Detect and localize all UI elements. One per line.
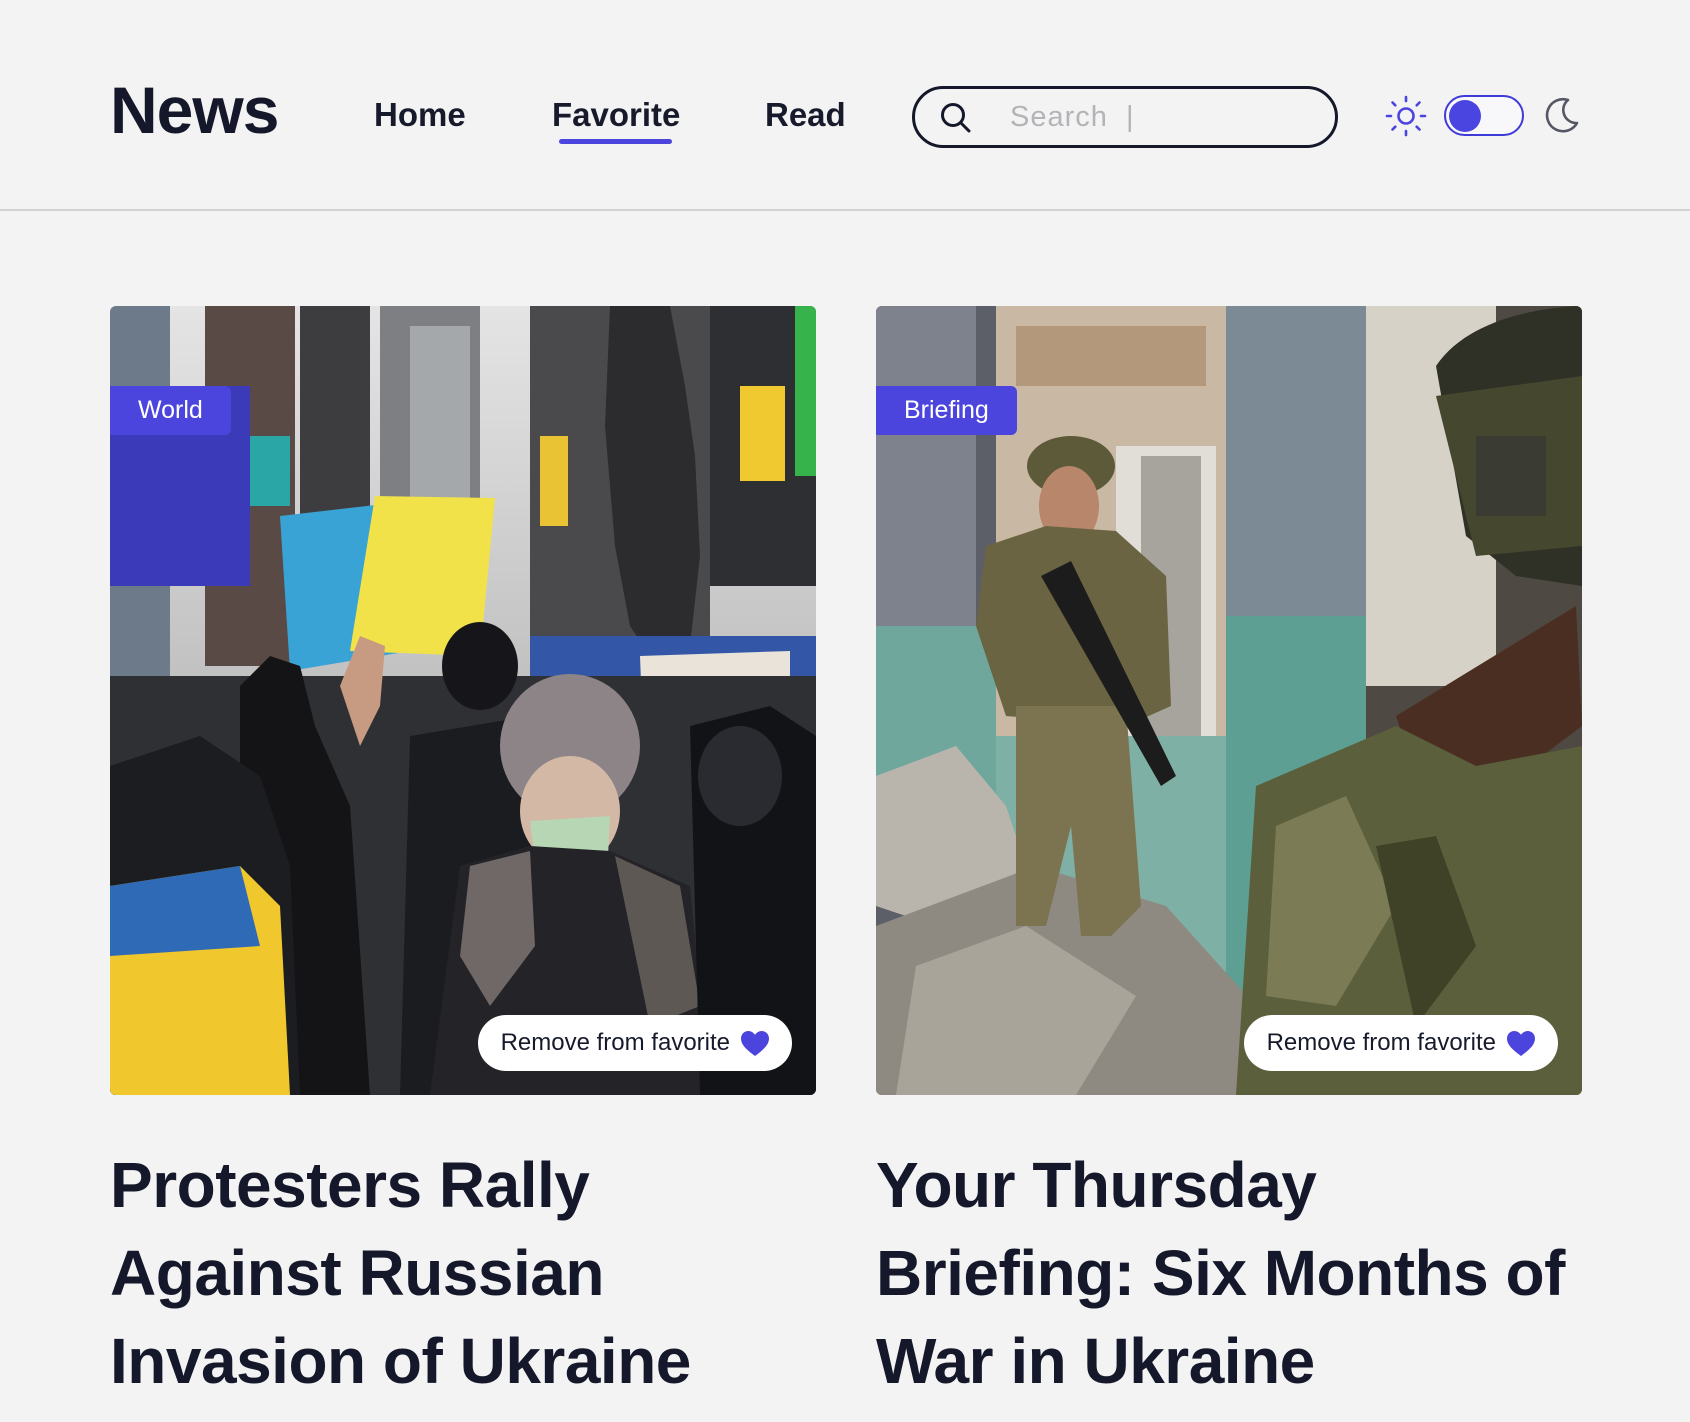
- fav-button-label: Remove from favorite: [500, 1029, 730, 1056]
- remove-favorite-button[interactable]: Remove from favorite: [1243, 1015, 1558, 1071]
- theme-toggle[interactable]: [1444, 95, 1524, 136]
- search-box[interactable]: [912, 86, 1338, 148]
- nav-favorite[interactable]: Favorite: [552, 96, 680, 134]
- news-card[interactable]: Briefing Remove from favorite Your Thurs…: [876, 306, 1582, 1405]
- search-input[interactable]: [1010, 99, 1310, 135]
- card-title[interactable]: Your Thursday Briefing: Six Months of Wa…: [876, 1141, 1582, 1405]
- nav-read[interactable]: Read: [765, 96, 846, 134]
- sun-icon[interactable]: [1385, 95, 1427, 137]
- search-icon: [941, 103, 971, 133]
- category-badge[interactable]: Briefing: [876, 386, 1017, 435]
- fav-button-label: Remove from favorite: [1266, 1029, 1496, 1056]
- card-image[interactable]: Briefing Remove from favorite: [876, 306, 1582, 1095]
- card-title[interactable]: Protesters Rally Against Russian Invasio…: [110, 1141, 816, 1405]
- card-image[interactable]: World Remove from favorite: [110, 306, 816, 1095]
- moon-icon[interactable]: [1541, 96, 1581, 136]
- site-header: News Home Favorite Read: [0, 0, 1690, 211]
- category-badge[interactable]: World: [110, 386, 231, 435]
- news-card[interactable]: World Remove from favorite Protesters Ra…: [110, 306, 816, 1405]
- nav-home[interactable]: Home: [374, 96, 466, 134]
- heart-icon: [741, 1030, 769, 1056]
- nav-active-indicator: [559, 139, 672, 144]
- remove-favorite-button[interactable]: Remove from favorite: [477, 1015, 792, 1071]
- site-logo[interactable]: News: [110, 72, 279, 148]
- heart-icon: [1507, 1030, 1535, 1056]
- toggle-knob: [1449, 100, 1481, 132]
